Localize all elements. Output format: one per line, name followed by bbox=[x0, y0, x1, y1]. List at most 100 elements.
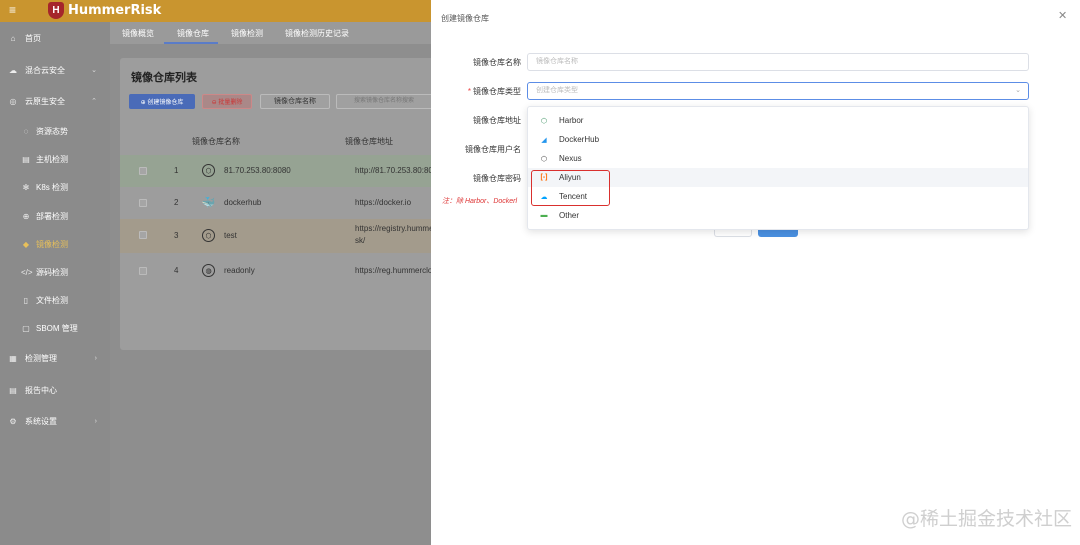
sidebar-item-label: 主机检测 bbox=[36, 154, 68, 164]
option-harbor[interactable]: ⬡ Harbor bbox=[528, 111, 1028, 130]
file-icon: ▯ bbox=[23, 295, 29, 305]
image-icon: ◆ bbox=[22, 239, 30, 249]
create-repository-drawer: 创建镜像仓库 ✕ 镜像仓库名称 镜像仓库名称 * 镜像仓库类型 创建仓库类型 ⌄ … bbox=[431, 0, 1080, 545]
batch-delete-button[interactable]: ⊖ 批量删除 bbox=[202, 94, 252, 109]
field-label-type: * 镜像仓库类型 bbox=[431, 86, 521, 97]
harbor-icon: ⬡ bbox=[540, 117, 548, 125]
field-label-name: 镜像仓库名称 bbox=[473, 58, 521, 67]
sidebar-item-label: 部署检测 bbox=[36, 211, 68, 221]
card-title: 镜像仓库列表 bbox=[131, 72, 197, 84]
field-label-url: 镜像仓库地址 bbox=[473, 116, 521, 125]
sidebar-item-label: 云原生安全 bbox=[25, 96, 65, 106]
resource-icon: ◌ bbox=[23, 126, 29, 136]
close-icon[interactable]: ✕ bbox=[1058, 9, 1067, 22]
field-label-text: 镜像仓库类型 bbox=[473, 87, 521, 96]
field-label-password: 镜像仓库密码 bbox=[473, 174, 521, 183]
sidebar-item-detection-manage[interactable]: ▦ 检测管理 › bbox=[0, 348, 110, 368]
chevron-down-icon: ⌄ bbox=[91, 67, 97, 74]
chevron-down-icon: ⌄ bbox=[1015, 87, 1021, 94]
sidebar-item-label: 报告中心 bbox=[25, 385, 57, 395]
harbor-icon: ⬡ bbox=[202, 164, 215, 177]
sidebar-item-k8s[interactable]: ✻ K8s 检测 bbox=[0, 177, 110, 197]
filter-select[interactable]: 镜像仓库名称 bbox=[260, 94, 330, 109]
search-input[interactable]: 搜索镜像仓库名称搜索 bbox=[336, 94, 436, 109]
column-header-name: 镜像仓库名称 bbox=[192, 137, 240, 146]
row-index: 1 bbox=[174, 166, 179, 175]
code-icon: </> bbox=[21, 267, 33, 277]
sidebar-item-file[interactable]: ▯ 文件检测 bbox=[0, 290, 110, 310]
registry-icon: ◍ bbox=[202, 264, 215, 277]
option-label: DockerHub bbox=[559, 135, 600, 144]
option-dockerhub[interactable]: ◢ DockerHub bbox=[528, 130, 1028, 149]
row-checkbox[interactable] bbox=[139, 267, 147, 275]
sidebar-item-label: 混合云安全 bbox=[25, 65, 65, 75]
option-nexus[interactable]: ⬡ Nexus bbox=[528, 149, 1028, 168]
sidebar-item-host[interactable]: ▤ 主机检测 bbox=[0, 149, 110, 169]
active-tab-indicator bbox=[164, 42, 218, 44]
tab-image-detection[interactable]: 镜像检测 bbox=[231, 28, 263, 39]
repository-name: 81.70.253.80:8080 bbox=[224, 166, 291, 175]
sidebar-item-hybrid-cloud[interactable]: ☁ 混合云安全 ⌄ bbox=[0, 60, 110, 80]
row-checkbox[interactable] bbox=[139, 199, 147, 207]
report-icon: ▤ bbox=[9, 385, 17, 395]
repository-name-input[interactable]: 镜像仓库名称 bbox=[527, 53, 1029, 71]
sidebar-item-label: SBOM 管理 bbox=[36, 323, 78, 333]
sidebar-item-label: 资源态势 bbox=[36, 126, 68, 136]
option-label: Nexus bbox=[559, 154, 582, 163]
sidebar-item-label: 系统设置 bbox=[25, 416, 57, 426]
repository-type-select[interactable]: 创建仓库类型 ⌄ bbox=[527, 82, 1029, 100]
sidebar-item-deploy[interactable]: ⊕ 部署检测 bbox=[0, 206, 110, 226]
annotation-highlight-box bbox=[531, 170, 610, 206]
sidebar-item-settings[interactable]: ⚙ 系统设置 › bbox=[0, 411, 110, 431]
field-label-username: 镜像仓库用户名 bbox=[465, 145, 521, 154]
sidebar-item-sbom[interactable]: ▢ SBOM 管理 bbox=[0, 318, 110, 338]
host-icon: ▤ bbox=[22, 154, 30, 164]
dockerhub-icon: ◢ bbox=[541, 136, 547, 144]
sidebar-item-label: 首页 bbox=[25, 33, 41, 43]
repository-type-dropdown: ⬡ Harbor ◢ DockerHub ⬡ Nexus [-] Aliyun … bbox=[527, 106, 1029, 230]
home-icon: ⌂ bbox=[10, 33, 16, 43]
sidebar-item-code[interactable]: </> 源码检测 bbox=[0, 262, 110, 282]
sidebar-item-reports[interactable]: ▤ 报告中心 bbox=[0, 380, 110, 400]
menu-icon[interactable]: ≡ bbox=[9, 3, 16, 17]
sidebar-item-resource[interactable]: ◌ 资源态势 bbox=[0, 121, 110, 141]
confirm-button[interactable] bbox=[758, 230, 798, 237]
other-icon: ▬ bbox=[540, 212, 548, 219]
chevron-up-icon: ⌃ bbox=[91, 98, 97, 105]
option-label: Harbor bbox=[559, 116, 584, 125]
tab-image-overview[interactable]: 镜像概览 bbox=[122, 28, 154, 39]
k8s-icon: ✻ bbox=[22, 182, 30, 192]
repository-name: test bbox=[224, 231, 237, 240]
drawer-title: 创建镜像仓库 bbox=[441, 14, 489, 23]
cancel-button[interactable] bbox=[714, 230, 752, 237]
logo-badge: H bbox=[48, 2, 64, 19]
app-name: HummerRisk bbox=[68, 3, 162, 18]
tab-image-repository[interactable]: 镜像仓库 bbox=[177, 28, 209, 39]
deploy-icon: ⊕ bbox=[22, 211, 30, 221]
row-index: 2 bbox=[174, 198, 179, 207]
logo: H HummerRisk bbox=[48, 2, 161, 19]
required-mark: * bbox=[467, 87, 471, 96]
nexus-icon: ⬡ bbox=[540, 155, 548, 163]
option-other[interactable]: ▬ Other bbox=[528, 206, 1028, 225]
chevron-right-icon: › bbox=[94, 354, 97, 362]
cloud-native-icon: ◎ bbox=[9, 96, 17, 106]
repository-name: dockerhub bbox=[224, 198, 262, 207]
row-index: 3 bbox=[174, 231, 179, 240]
sidebar-item-image[interactable]: ◆ 镜像检测 bbox=[0, 234, 110, 254]
sidebar: ⌂ 首页 ☁ 混合云安全 ⌄ ◎ 云原生安全 ⌃ ◌ 资源态势 ▤ 主机检测 ✻… bbox=[0, 22, 110, 545]
watermark: @稀土掘金技术社区 bbox=[901, 508, 1073, 530]
sbom-icon: ▢ bbox=[22, 323, 30, 333]
row-checkbox[interactable] bbox=[139, 231, 147, 239]
form-note: 注：除 Harbor、Dockerl bbox=[442, 198, 518, 205]
sidebar-item-label: 文件检测 bbox=[36, 295, 68, 305]
sidebar-item-home[interactable]: ⌂ 首页 bbox=[0, 28, 110, 48]
sidebar-item-label: 镜像检测 bbox=[36, 239, 68, 249]
sidebar-item-label: 源码检测 bbox=[36, 267, 68, 277]
sidebar-item-cloud-native[interactable]: ◎ 云原生安全 ⌃ bbox=[0, 91, 110, 111]
select-placeholder: 创建仓库类型 bbox=[536, 87, 578, 94]
row-index: 4 bbox=[174, 266, 179, 275]
create-repository-button[interactable]: ⊕ 创建镜像仓库 bbox=[129, 94, 195, 109]
tab-image-history[interactable]: 镜像检测历史记录 bbox=[285, 28, 349, 39]
row-checkbox[interactable] bbox=[139, 167, 147, 175]
